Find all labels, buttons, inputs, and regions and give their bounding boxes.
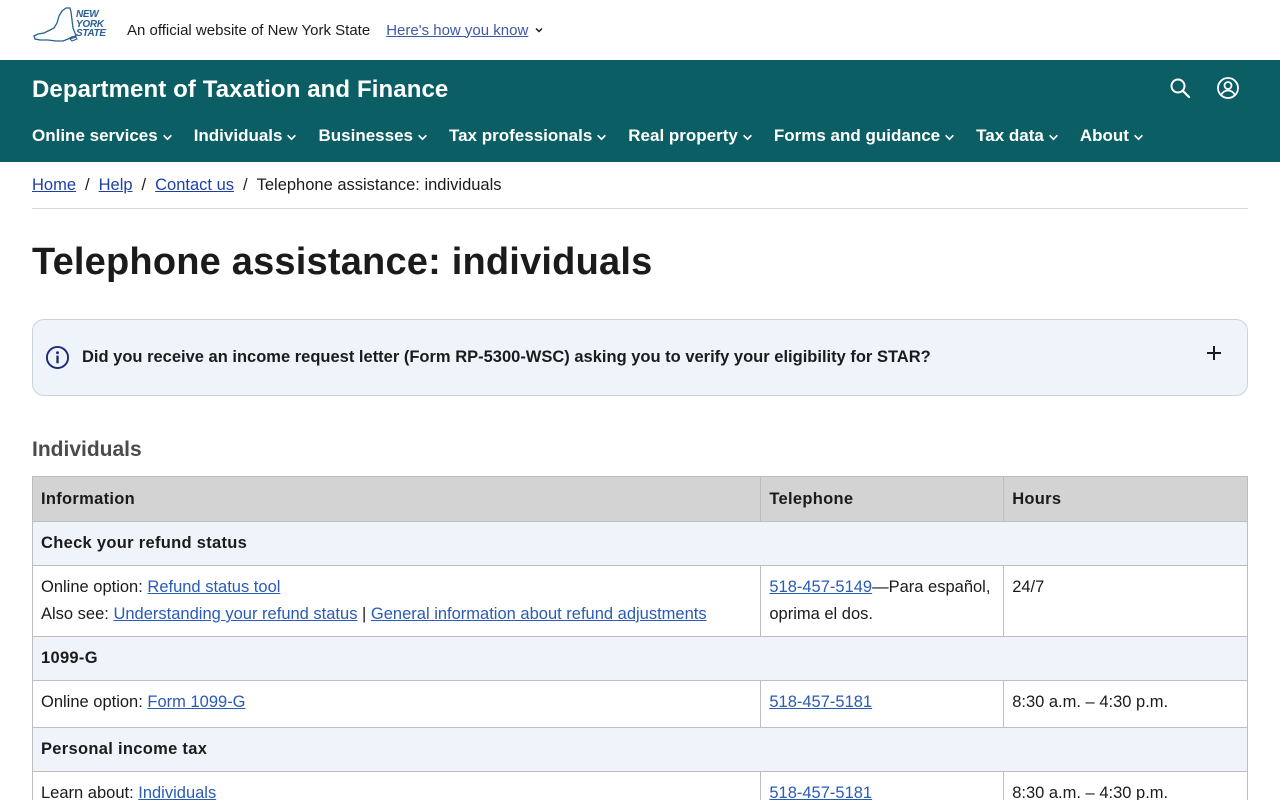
- column-header-hours: Hours: [1003, 476, 1248, 522]
- hours-cell: 8:30 a.m. – 4:30 p.m.: [1003, 771, 1248, 800]
- info-prefix: Online option:: [41, 578, 148, 596]
- chevron-down-icon: [287, 134, 297, 140]
- chevron-down-icon: [597, 134, 607, 140]
- chevron-down-icon: [945, 134, 955, 140]
- information-cell: Online option: Refund status tool Also s…: [31, 565, 762, 637]
- phone-link[interactable]: 518-457-5181: [769, 784, 872, 800]
- nav-real-property[interactable]: Real property: [628, 126, 753, 146]
- breadcrumb-separator: /: [243, 175, 248, 194]
- nav-label: Online services: [32, 126, 158, 145]
- chevron-down-icon: [418, 134, 427, 140]
- site-header: Department of Taxation and Finance Onlin…: [0, 60, 1280, 162]
- nys-logo[interactable]: NEW YORK STATE: [32, 6, 110, 54]
- breadcrumb-home[interactable]: Home: [32, 176, 76, 195]
- chevron-down-icon: [742, 134, 752, 140]
- breadcrumb-separator: /: [141, 175, 147, 194]
- nav-label: Businesses: [318, 126, 413, 145]
- how-you-know-toggle[interactable]: Here's how you know: [386, 22, 544, 39]
- info-line: Also see: Understanding your refund stat…: [41, 601, 752, 628]
- info-prefix: Also see:: [41, 605, 114, 623]
- nav-forms-and-guidance[interactable]: Forms and guidance: [774, 126, 955, 146]
- nav-businesses[interactable]: Businesses: [318, 126, 428, 146]
- nav-label: About: [1079, 126, 1129, 145]
- star-letter-accordion[interactable]: Did you receive an income request letter…: [32, 319, 1248, 396]
- search-icon[interactable]: [1168, 76, 1192, 100]
- account-icon[interactable]: [1216, 76, 1240, 100]
- column-header-telephone: Telephone: [760, 476, 1005, 522]
- column-header-information: Information: [31, 476, 762, 522]
- refund-status-tool-link[interactable]: Refund status tool: [147, 578, 280, 596]
- info-line: Online option: Refund status tool: [41, 574, 752, 601]
- phone-link[interactable]: 518-457-5181: [769, 693, 872, 711]
- logo-word-state: STATE: [76, 28, 106, 39]
- understanding-refund-link[interactable]: Understanding your refund status: [113, 605, 357, 623]
- form-1099g-link[interactable]: Form 1099-G: [147, 693, 245, 711]
- table-header-row: Information Telephone Hours: [31, 476, 1248, 522]
- nav-tax-professionals[interactable]: Tax professionals: [449, 126, 607, 146]
- info-prefix: Learn about:: [41, 784, 139, 800]
- nav-label: Forms and guidance: [773, 126, 941, 145]
- table-row: Online option: Refund status tool Also s…: [31, 565, 1248, 637]
- page-title: Telephone assistance: individuals: [32, 241, 653, 283]
- main-nav: Online services Individuals Businesses T…: [32, 126, 1165, 146]
- how-you-know-label: Here's how you know: [386, 21, 529, 39]
- link-separator: |: [357, 605, 371, 623]
- chevron-down-icon: [535, 27, 543, 33]
- group-title: Personal income tax: [32, 727, 1248, 772]
- breadcrumb: Home / Help / Contact us / Telephone ass…: [32, 162, 1248, 209]
- breadcrumb-current: Telephone assistance: individuals: [256, 175, 502, 194]
- breadcrumb-help[interactable]: Help: [99, 176, 133, 195]
- nav-about[interactable]: About: [1080, 126, 1144, 146]
- refund-adjustments-link[interactable]: General information about refund adjustm…: [371, 605, 707, 623]
- accordion-title: Did you receive an income request letter…: [82, 348, 931, 366]
- table-row: Online option: Form 1099-G 518-457-5181 …: [31, 680, 1248, 728]
- table-row: Learn about: Individuals 518-457-5181 8:…: [31, 771, 1248, 800]
- chevron-down-icon: [1048, 134, 1058, 140]
- logo-text: NEW YORK STATE: [76, 10, 106, 39]
- nav-online-services[interactable]: Online services: [32, 126, 173, 146]
- hours-cell: 24/7: [1003, 565, 1248, 637]
- chevron-down-icon: [162, 134, 172, 140]
- nys-map-icon: [33, 7, 78, 42]
- group-title: Check your refund status: [32, 521, 1248, 566]
- chevron-down-icon: [1134, 134, 1143, 140]
- info-prefix: Online option:: [41, 693, 148, 711]
- information-cell: Learn about: Individuals: [31, 771, 762, 800]
- nav-label: Tax data: [976, 126, 1044, 145]
- group-title: 1099-G: [32, 636, 1248, 681]
- official-banner: NEW YORK STATE An official website of Ne…: [0, 0, 1280, 60]
- nav-label: Tax professionals: [448, 126, 593, 145]
- telephone-cell: 518-457-5181: [760, 771, 1005, 800]
- telephone-assistance-table: Information Telephone Hours Check your r…: [31, 476, 1248, 800]
- breadcrumb-contact-us[interactable]: Contact us: [155, 176, 234, 195]
- individuals-link[interactable]: Individuals: [138, 784, 216, 800]
- header-actions: [1168, 76, 1240, 100]
- hours-cell: 8:30 a.m. – 4:30 p.m.: [1003, 680, 1248, 728]
- section-heading-individuals: Individuals: [32, 438, 142, 461]
- information-cell: Online option: Form 1099-G: [31, 680, 762, 728]
- telephone-cell: 518-457-5181: [760, 680, 1005, 728]
- official-site-text: An official website of New York State: [127, 21, 371, 39]
- plus-icon[interactable]: [1205, 344, 1223, 362]
- nav-tax-data[interactable]: Tax data: [976, 126, 1059, 146]
- telephone-cell: 518-457-5149—Para español, oprima el dos…: [760, 565, 1005, 637]
- phone-link[interactable]: 518-457-5149: [769, 578, 872, 596]
- nav-label: Individuals: [193, 126, 283, 145]
- nav-individuals[interactable]: Individuals: [194, 126, 298, 146]
- table-group-row: 1099-G: [32, 636, 1248, 681]
- table-group-row: Personal income tax: [32, 727, 1248, 772]
- site-title[interactable]: Department of Taxation and Finance: [32, 76, 448, 104]
- breadcrumb-separator: /: [85, 175, 90, 194]
- table-group-row: Check your refund status: [32, 521, 1248, 566]
- info-icon: [45, 345, 70, 370]
- nav-label: Real property: [628, 126, 738, 145]
